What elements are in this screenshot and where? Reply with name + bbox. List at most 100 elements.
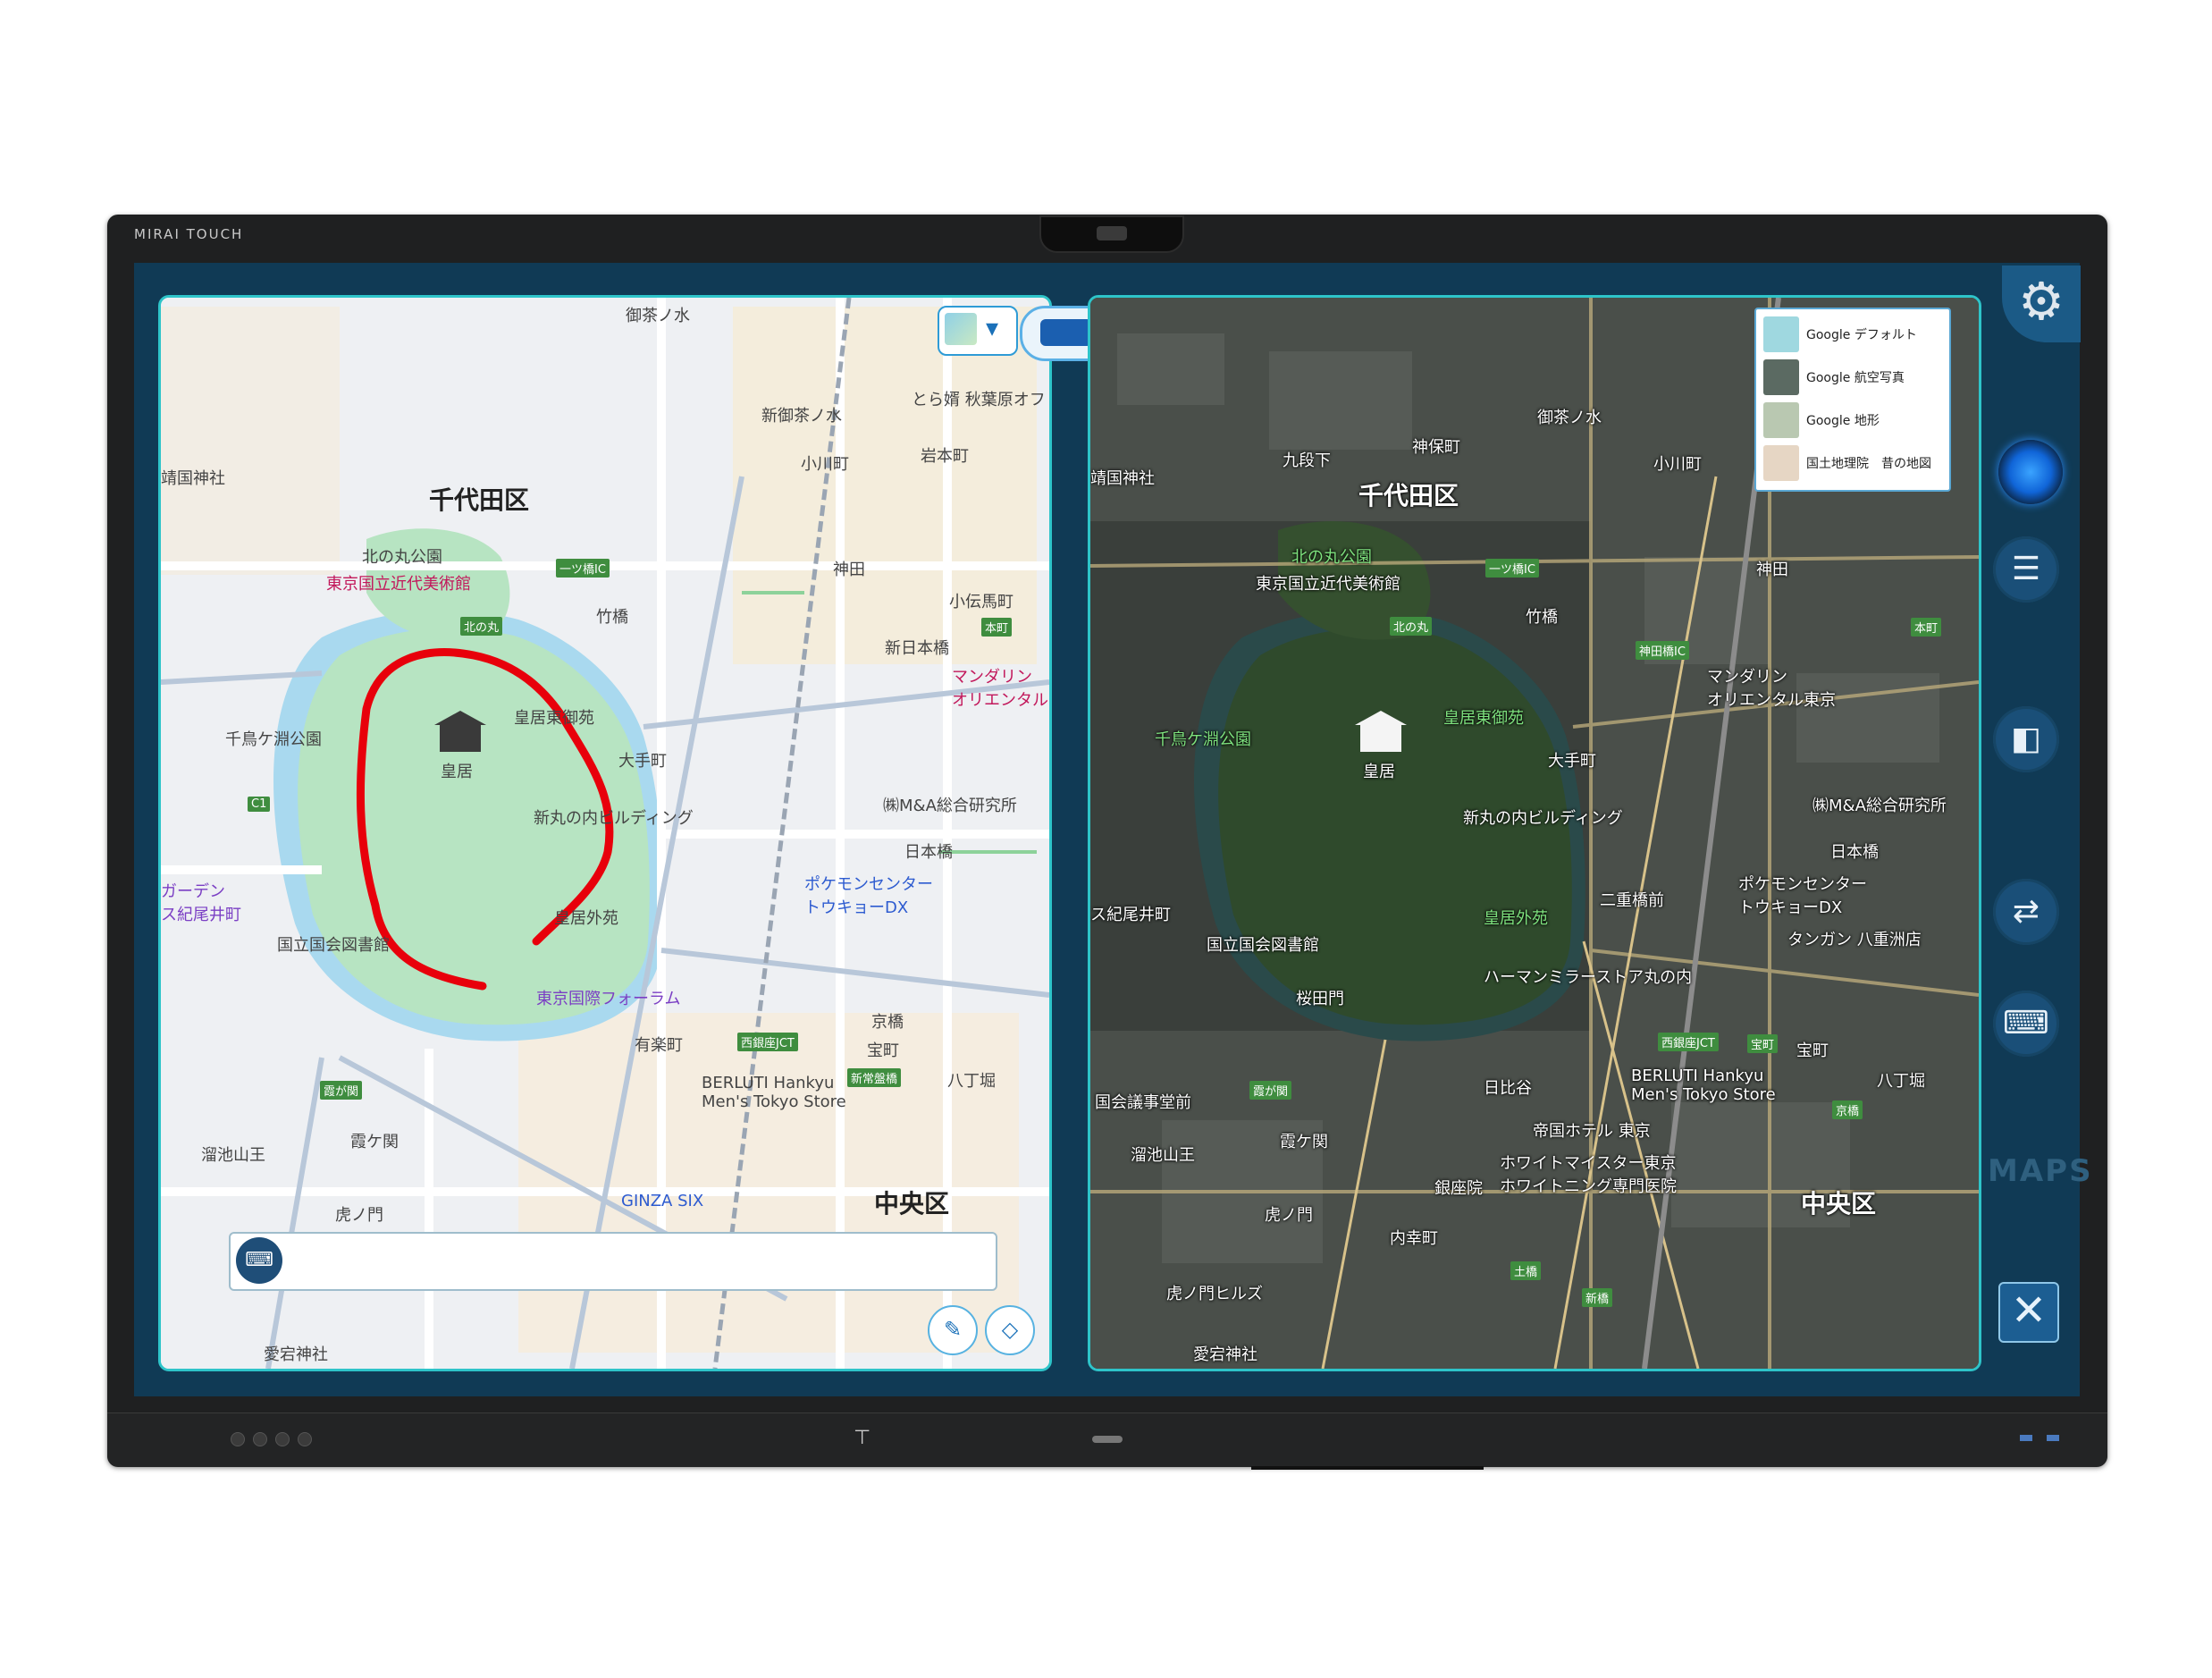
sat-label-jinbocho: 神保町 [1412,438,1460,457]
webcam [1039,215,1184,253]
sat-label-nijubashi: 二重橋前 [1600,891,1664,910]
sat-label-kasumigaseki: 霞ケ関 [1280,1133,1328,1151]
sat-label-chidorigafuchi: 千鳥ケ淵公園 [1155,730,1251,749]
sat-label-chiyoda: 千代田区 [1358,481,1459,510]
map-layer-dropdown[interactable]: ▾ [938,306,1018,356]
usb-port-2 [2047,1435,2059,1441]
map-layer-menu: Google デフォルト Google 航空写真 Google 地形 国土地理院… [1754,308,1951,492]
sat-label-tangan[interactable]: タンガン 八重洲店 [1787,927,1922,950]
sat-label-pokemon[interactable]: ポケモンセンター トウキョーDX [1738,872,1867,918]
usb-c-port [1092,1436,1123,1443]
hardware-button-4[interactable] [298,1432,312,1446]
road-badge-c1: C1 [248,797,271,812]
map-label-nihonbashi: 日本橋 [904,843,953,862]
sat-label-kitanomaru: 北の丸公園 [1291,548,1372,567]
split-view-icon: ◧ [2010,721,2041,757]
swap-screen-button[interactable]: ⇄ [1993,879,2059,945]
map-label-ochanomizu: 御茶ノ水 [626,307,690,325]
sat-label-mandarin[interactable]: マンダリン オリエンタル東京 [1707,664,1836,711]
hardware-button-3[interactable] [275,1432,290,1446]
sat-label-kudanshita: 九段下 [1283,451,1331,470]
layer-label-terrain: Google 地形 [1806,414,1880,428]
map-label-mandarin[interactable]: マンダリン オリエンタル [952,664,1048,711]
sat-label-ndl[interactable]: 国立国会図書館 [1207,932,1319,956]
gear-icon: ⚙ [2018,271,2065,332]
sat-label-momat[interactable]: 東京国立近代美術館 [1256,571,1400,594]
map-label-pokemon[interactable]: ポケモンセンター トウキョーDX [804,872,933,918]
brand-logo: MIRAI TOUCH [134,226,244,242]
sat-label-kioicho: ス紀尾井町 [1090,906,1171,924]
map-label-chidorigafuchi: 千鳥ケ淵公園 [225,730,322,749]
sat-label-nihonbashi: 日本橋 [1830,843,1879,862]
map-label-mna[interactable]: ㈱M&A総合研究所 [883,793,1017,816]
sat-label-shinmarunouchi[interactable]: 新丸の内ビルディング [1463,805,1623,829]
hardware-button-1[interactable] [231,1432,245,1446]
swap-screen-icon: ⇄ [2012,893,2040,930]
search-input[interactable] [229,1232,997,1291]
layer-thumb-terrain [1763,402,1799,438]
sat-label-imperial[interactable]: 帝国ホテル 東京 [1533,1118,1651,1142]
map-label-toranomon: 虎ノ門 [335,1206,383,1225]
keyboard-mic-button[interactable]: ⌨ [236,1237,282,1284]
road-badge-shintokiwabashi: 新常盤橋 [847,1068,902,1087]
map-label-momat[interactable]: 東京国立近代美術館 [326,571,471,594]
usb-port-1 [2020,1435,2032,1441]
sat-badge-kyobashi: 京橋 [1832,1100,1863,1119]
sat-label-ogawamachi: 小川町 [1653,455,1702,474]
layer-option-google-terrain[interactable]: Google 地形 [1763,401,1942,440]
sat-label-hibiya: 日比谷 [1484,1079,1532,1098]
eraser-tool-button[interactable]: ◇ [985,1305,1035,1355]
sat-label-atago: 愛宕神社 [1193,1345,1257,1364]
sat-badge-hitotsubashi: 一ツ橋IC [1485,559,1539,578]
sat-label-chuo: 中央区 [1801,1189,1877,1218]
sat-label-hermanmiller[interactable]: ハーマンミラーストア丸の内 [1484,965,1692,988]
map-label-chuo: 中央区 [874,1189,950,1218]
layer-option-gsi-old-map[interactable]: 国土地理院 昔の地図 [1763,443,1942,483]
sat-label-gaien: 皇居外苑 [1484,909,1548,928]
map-label-hatchobori: 八丁堀 [947,1072,996,1091]
map-label-shinmarunouchi[interactable]: 新丸の内ビルディング [534,805,694,829]
sat-label-yasukuni: 靖国神社 [1090,469,1155,488]
sat-label-berluti[interactable]: BERLUTI Hankyu Men's Tokyo Store [1631,1067,1776,1104]
layer-label-default: Google デフォルト [1806,328,1917,342]
bottom-logo-icon: ⊤ [854,1427,871,1449]
pen-tool-button[interactable]: ✎ [928,1305,978,1355]
sat-badge-shinbashi: 新橋 [1582,1288,1613,1307]
list-button[interactable]: ☰ [1993,536,2059,603]
map-label-higashigyoen: 皇居東御苑 [514,709,594,728]
layer-label-old-map: 国土地理院 昔の地図 [1806,457,1931,471]
map-label-ginzasix[interactable]: GINZA SIX [621,1192,703,1210]
hardware-button-2[interactable] [253,1432,267,1446]
map-label-yurakucho: 有楽町 [635,1036,683,1055]
map-label-tameike: 溜池山王 [201,1146,265,1165]
map-label-forum[interactable]: 東京国際フォーラム [536,986,680,1009]
map-label-chiyoda: 千代田区 [429,485,530,515]
road-badge-kasumigaseki: 霞が関 [320,1081,363,1100]
sat-label-toranomonhills: 虎ノ門ヒルズ [1166,1285,1263,1303]
split-view-icon [1040,319,1092,346]
map-label-atago: 愛宕神社 [264,1345,328,1364]
map-label-kodenmacho: 小伝馬町 [949,593,1013,611]
sat-label-mna[interactable]: ㈱M&A総合研究所 [1812,793,1947,816]
list-icon: ☰ [2011,551,2041,587]
sat-label-hatchobori: 八丁堀 [1877,1072,1925,1091]
sat-label-whitening[interactable]: ホワイトマイスター東京 ホワイトニング専門医院 [1500,1151,1677,1197]
stand-strip [1251,1466,1484,1470]
map-label-kokyo: 皇居 [441,763,473,781]
map-label-ndl[interactable]: 国立国会図書館 [277,932,390,956]
layer-option-google-default[interactable]: Google デフォルト [1763,315,1942,354]
sat-label-toranomon: 虎ノ門 [1265,1206,1313,1225]
sat-label-kokkai: 国会議事堂前 [1095,1093,1191,1112]
layer-label-aerial: Google 航空写真 [1806,371,1905,385]
left-map-panel[interactable]: 千代田区 北の丸公園 東京国立近代美術館 皇居 皇居東御苑 千鳥ケ淵公園 新丸の… [158,295,1052,1371]
layer-option-google-aerial[interactable]: Google 航空写真 [1763,358,1942,397]
split-view-button[interactable]: ◧ [1993,706,2059,772]
close-button[interactable]: ✕ [1998,1282,2059,1343]
map-label-berluti[interactable]: BERLUTI Hankyu Men's Tokyo Store [702,1074,846,1111]
map-label-ogawamachi: 小川町 [801,455,849,474]
record-button[interactable] [1998,440,2063,504]
keyboard-mic-sidebar-button[interactable]: ⌨ [1993,991,2059,1057]
layer-thumb-aerial [1763,359,1799,395]
map-label-takaracho: 宝町 [867,1041,899,1060]
road-badge-hitotsubashi: 一ツ橋IC [556,559,610,578]
